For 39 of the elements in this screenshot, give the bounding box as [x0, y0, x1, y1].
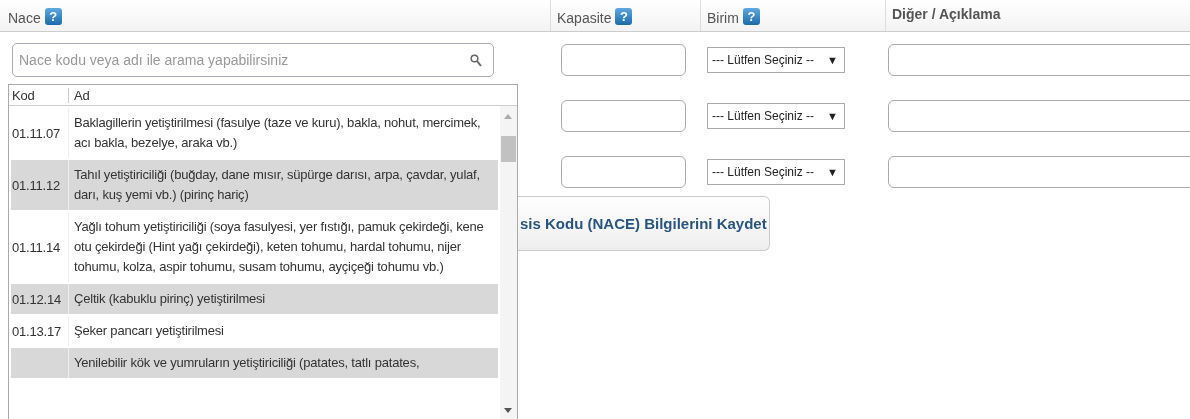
search-field[interactable]: Nace kodu veya adı ile arama yapabilirsiniz: [12, 43, 494, 77]
nace-name: Tahıl yetiştiriciliği (buğday, dane mısır, süpürge darısı, arpa, çavdar, yulaf, darı, kuş yemi vb.) (pirinç hariç): [73, 166, 481, 204]
search-icon[interactable]: [470, 54, 482, 67]
unit-select[interactable]: --- Lütfen Seçiniz -- ▼: [707, 159, 845, 185]
column-header: Birim: [707, 10, 739, 26]
scrollbar[interactable]: [500, 106, 517, 419]
description-field[interactable]: [888, 100, 1190, 132]
nace-code: 01.11.14: [12, 239, 61, 255]
list-item[interactable]: 01.11.07 Baklagillerin yetiştirilmesi (fasulye (taze ve kuru), bakla, nohut, mercimek, acı bakla, bezelye, araka vb.): [11, 108, 498, 158]
nace-code: 01.13.17: [12, 323, 61, 339]
description-field[interactable]: [888, 44, 1190, 76]
help-icon[interactable]: ?: [615, 8, 633, 25]
capacity-field[interactable]: [561, 156, 686, 188]
capacity-field[interactable]: [561, 100, 686, 132]
list-item[interactable]: Yenilebilir kök ve yumruların yetiştiriciliği (patates, tatlı patates,: [11, 348, 498, 378]
column-header: Kapasite: [557, 10, 612, 26]
unit-select[interactable]: --- Lütfen Seçiniz -- ▼: [707, 103, 845, 129]
unit-select[interactable]: --- Lütfen Seçiniz -- ▼: [707, 47, 845, 73]
scroll-down-icon[interactable]: [504, 408, 512, 413]
column-header: Nace: [8, 10, 41, 26]
scroll-thumb[interactable]: [501, 136, 516, 162]
nace-name: Çeltik (kabuklu pirinç) yetiştirilmesi: [73, 290, 267, 308]
column-header: Diğer / Açıklama: [892, 6, 1001, 22]
description-field[interactable]: [888, 156, 1190, 188]
column-header: Kod: [9, 87, 69, 103]
nace-name: Yenilebilir kök ve yumruların yetiştiriciliği (patates, tatlı patates,: [73, 354, 421, 372]
list-item[interactable]: 01.13.17 Şeker pancarı yetiştirilmesi: [11, 316, 498, 346]
nace-code: 01.11.07: [12, 125, 61, 141]
nace-name: Baklagillerin yetiştirilmesi (fasulye (taze ve kuru), bakla, nohut, mercimek, acı bakla, bezelye, araka vb.): [73, 114, 482, 152]
nace-code: 01.11.12: [12, 177, 61, 193]
nace-name: Şeker pancarı yetiştirilmesi: [73, 322, 225, 340]
list-item[interactable]: 01.12.14 Çeltik (kabuklu pirinç) yetiştirilmesi: [11, 284, 498, 314]
scroll-up-icon[interactable]: [504, 114, 512, 119]
column-header: Ad: [73, 87, 90, 103]
nace-name: Yağlı tohum yetiştiriciliği (soya fasulyesi, yer fıstığı, pamuk çekirdeği, kene otu çekirdeği (Hint yağı çekirdeği), keten tohumu, hardal tohumu, nijer tohumu, kolza, aspir tohumu, susam tohumu, ayçiçeği tohumu vb.): [73, 218, 485, 276]
save-button[interactable]: sis Kodu (NACE) Bilgilerini Kaydet: [518, 196, 770, 251]
list-item[interactable]: 01.11.12 Tahıl yetiştiriciliği (buğday, dane mısır, süpürge darısı, arpa, çavdar, yulaf, darı, kuş yemi vb.) (pirinç hariç): [11, 160, 498, 210]
nace-code: 01.12.14: [12, 291, 61, 307]
capacity-field[interactable]: [561, 44, 686, 76]
